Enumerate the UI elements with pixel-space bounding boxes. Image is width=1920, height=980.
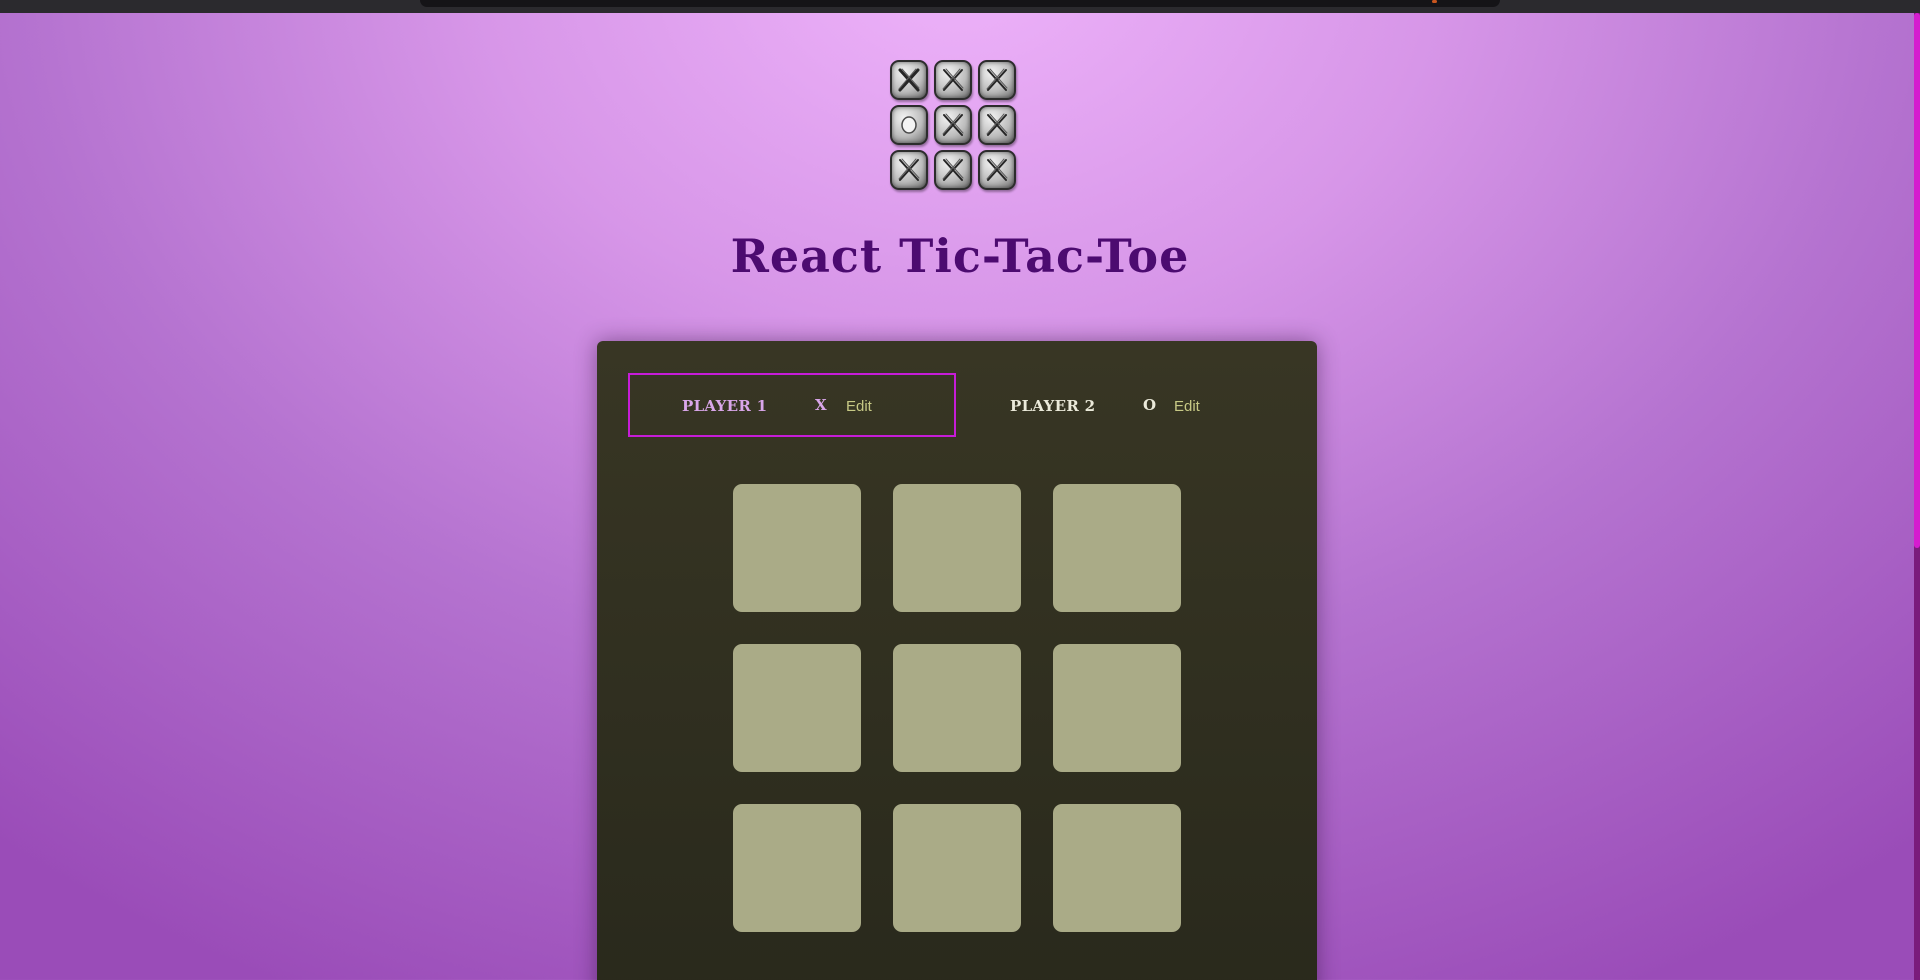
game-board [733,484,1183,934]
player-1-symbol: X [815,396,827,414]
logo-x-tile-icon [890,60,928,100]
browser-top-strip [0,0,1920,13]
player-1-edit-button[interactable]: Edit [846,398,872,416]
logo-x-tile-icon [978,60,1016,100]
logo-o-tile-icon [890,105,928,145]
player-2-name: PLAYER 2 [1010,397,1096,415]
board-cell-4[interactable] [733,644,861,772]
logo-x-tile-icon [934,105,972,145]
board-cell-8[interactable] [893,804,1021,932]
browser-toolbar [420,0,1500,7]
game-container: PLAYER 1 X Edit PLAYER 2 O Edit [597,341,1317,980]
board-cell-7[interactable] [733,804,861,932]
player-1-name: PLAYER 1 [682,397,768,415]
board-cell-9[interactable] [1053,804,1181,932]
board-cell-3[interactable] [1053,484,1181,612]
toolbar-indicator [1432,0,1437,3]
player-2-edit-button[interactable]: Edit [1174,398,1200,416]
logo-x-tile-icon [978,105,1016,145]
board-cell-2[interactable] [893,484,1021,612]
logo-x-tile-icon [934,60,972,100]
page-title: React Tic-Tac-Toe [730,229,1190,283]
page-scrollbar[interactable] [1914,13,1920,980]
board-cell-1[interactable] [733,484,861,612]
board-cell-6[interactable] [1053,644,1181,772]
logo-x-tile-icon [890,150,928,190]
players-list: PLAYER 1 X Edit PLAYER 2 O Edit [628,373,1286,437]
logo-x-tile-icon [934,150,972,190]
player-2-card: PLAYER 2 O Edit [956,373,1284,437]
player-2-symbol: O [1143,396,1157,414]
tic-tac-toe-logo-icon [890,60,1022,198]
board-cell-5[interactable] [893,644,1021,772]
logo-x-tile-icon [978,150,1016,190]
player-1-card: PLAYER 1 X Edit [628,373,956,437]
